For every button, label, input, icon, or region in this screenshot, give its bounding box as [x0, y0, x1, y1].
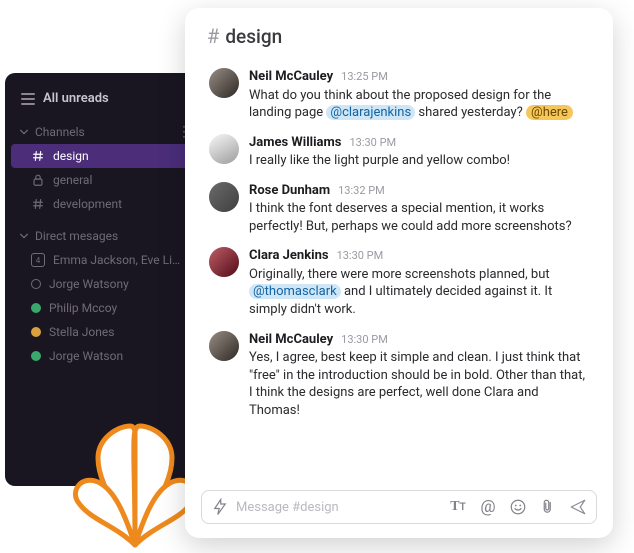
- composer-input[interactable]: [236, 500, 442, 515]
- message-row: Rose Dunham 13:32 PMI think the font dese…: [209, 176, 589, 242]
- avatar[interactable]: [209, 247, 239, 277]
- menu-icon: [21, 93, 35, 105]
- all-unreads-row[interactable]: All unreads: [5, 85, 205, 116]
- avatar[interactable]: [209, 182, 239, 212]
- sidebar-item-label: general: [53, 173, 92, 187]
- hash-icon: [31, 149, 45, 163]
- mention-user[interactable]: @thomasclark: [249, 284, 341, 299]
- sidebar-item-label: Jorge Watsony: [49, 277, 129, 291]
- channel-panel: # design Neil McCauley 13:25 PM What do yo…: [185, 8, 613, 538]
- sidebar-dm-item[interactable]: 4 Emma Jackson, Eve Li…: [5, 248, 205, 272]
- sidebar-channel-design[interactable]: design: [11, 144, 199, 168]
- message-text: What do you think about the proposed des…: [249, 87, 589, 122]
- presence-away-icon: [31, 327, 41, 337]
- message-time: 13:30 PM: [349, 136, 396, 151]
- format-icon[interactable]: TT: [448, 497, 468, 517]
- presence-offline-icon: [31, 279, 41, 289]
- all-unreads-label: All unreads: [43, 91, 109, 106]
- message-text: Yes, I agree, best keep it simple and cl…: [249, 349, 589, 419]
- sidebar-item-label: Jorge Watson: [49, 349, 123, 363]
- attachment-icon[interactable]: [538, 497, 558, 517]
- message-author[interactable]: Neil McCauley: [249, 68, 333, 86]
- message-text: I think the font deserves a special ment…: [249, 200, 589, 235]
- dms-section-header[interactable]: Direct mesages: [5, 224, 205, 248]
- message-time: 13:25 PM: [341, 70, 388, 85]
- mention-icon[interactable]: @: [478, 497, 498, 517]
- channel-title: design: [225, 25, 282, 48]
- sidebar-item-label: Philip Mccoy: [49, 301, 117, 315]
- sidebar-dm-item[interactable]: Jorge Watsony: [5, 272, 205, 296]
- message-author[interactable]: Clara Jenkins: [249, 247, 329, 265]
- avatar[interactable]: [209, 331, 239, 361]
- message-text: Originally, there were more screenshots …: [249, 266, 589, 319]
- avatar[interactable]: [209, 134, 239, 164]
- sidebar-channel-development[interactable]: development: [5, 192, 205, 216]
- sidebar-item-label: design: [53, 149, 89, 163]
- hash-icon: #: [207, 24, 219, 48]
- group-count-icon: 4: [31, 253, 45, 267]
- mention-user[interactable]: @clarajenkins: [326, 105, 415, 120]
- sidebar-item-label: development: [53, 197, 122, 211]
- sidebar-dm-item[interactable]: Jorge Watson: [5, 344, 205, 368]
- message-author[interactable]: James Williams: [249, 134, 341, 152]
- message-row: Neil McCauley 13:25 PM What do you think a…: [209, 62, 589, 128]
- dms-label: Direct mesages: [35, 229, 118, 243]
- message-composer[interactable]: TT @: [201, 490, 597, 524]
- presence-online-icon: [31, 303, 41, 313]
- sidebar-dm-item[interactable]: Philip Mccoy: [5, 296, 205, 320]
- emoji-icon[interactable]: [508, 497, 528, 517]
- lock-icon: [31, 173, 45, 187]
- message-author[interactable]: Rose Dunham: [249, 182, 330, 200]
- channels-label: Channels: [35, 125, 85, 139]
- message-time: 13:32 PM: [338, 184, 385, 199]
- lightning-icon[interactable]: [210, 497, 230, 517]
- avatar[interactable]: [209, 68, 239, 98]
- sidebar-item-label: Stella Jones: [49, 325, 114, 339]
- channel-header[interactable]: # design: [185, 8, 613, 60]
- message-time: 13:30 PM: [341, 333, 388, 348]
- hash-icon: [31, 197, 45, 211]
- channels-section-header[interactable]: Channels ⋮: [5, 120, 205, 144]
- sidebar-item-label: Emma Jackson, Eve Li…: [53, 253, 180, 267]
- message-row: Neil McCauley 13:30 PMYes, I agree, best …: [209, 325, 589, 426]
- message-list: Neil McCauley 13:25 PM What do you think a…: [185, 60, 613, 484]
- message-author[interactable]: Neil McCauley: [249, 331, 333, 349]
- message-text: I really like the light purple and yello…: [249, 152, 589, 170]
- message-time: 13:30 PM: [337, 249, 384, 264]
- chevron-down-icon: [19, 127, 29, 137]
- sidebar-dm-item[interactable]: Stella Jones: [5, 320, 205, 344]
- message-row: Clara Jenkins 13:30 PM Originally, there w…: [209, 241, 589, 324]
- send-icon[interactable]: [568, 497, 588, 517]
- presence-online-icon: [31, 351, 41, 361]
- mention-here[interactable]: @here: [526, 105, 573, 120]
- message-row: James Williams 13:30 PMI really like the …: [209, 128, 589, 176]
- chevron-down-icon: [19, 231, 29, 241]
- sidebar-channel-general[interactable]: general: [5, 168, 205, 192]
